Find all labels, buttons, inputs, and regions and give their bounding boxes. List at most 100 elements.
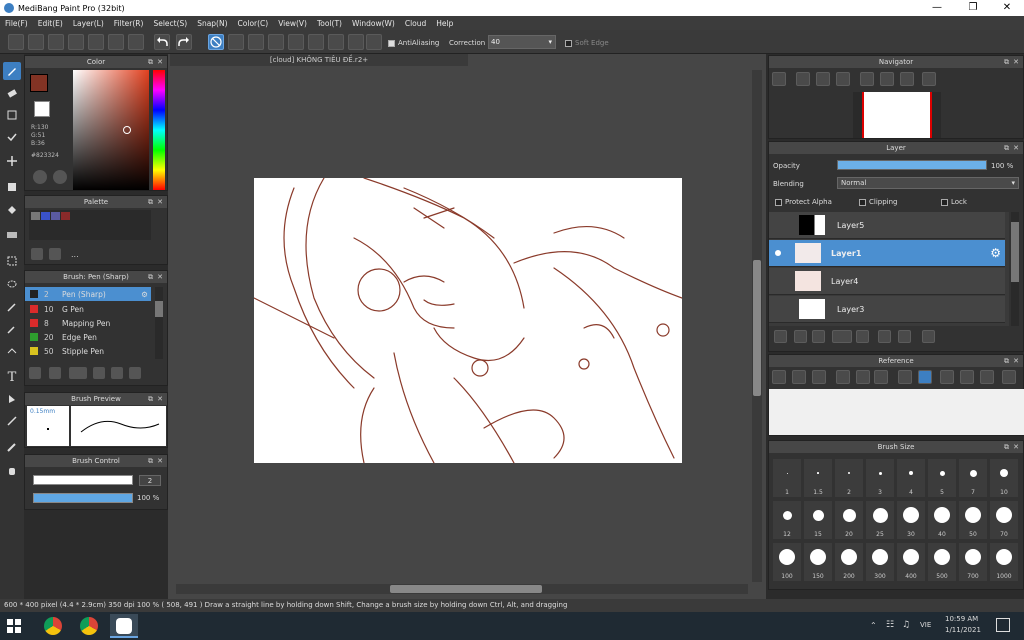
- hue-slider[interactable]: [153, 70, 165, 190]
- horizontal-scrollbar[interactable]: [176, 584, 748, 594]
- brush-size-preset-20[interactable]: 20: [835, 501, 863, 539]
- sub-color-swatch[interactable]: [34, 101, 50, 117]
- close-panel-icon[interactable]: ✕: [157, 271, 163, 283]
- brush-item-g-pen[interactable]: 10 G Pen: [25, 302, 151, 316]
- brush-delete-icon[interactable]: [129, 367, 141, 379]
- close-panel-icon[interactable]: ✕: [1013, 142, 1019, 154]
- reference-open-icon[interactable]: [792, 370, 806, 384]
- menu-help[interactable]: Help: [431, 19, 458, 28]
- brush-size-preset-100[interactable]: 100: [773, 543, 801, 581]
- reference-eyedropper-icon[interactable]: [898, 370, 912, 384]
- eye-icon[interactable]: [775, 250, 781, 256]
- menu-tool[interactable]: Tool(T): [312, 19, 347, 28]
- float-icon[interactable]: ⧉: [148, 271, 153, 283]
- duplicate-layer-icon[interactable]: [878, 330, 891, 343]
- navigator-settings-icon[interactable]: [922, 72, 936, 86]
- layer-row-layer3[interactable]: Layer3: [769, 296, 1005, 323]
- select-pen-tool-icon[interactable]: [3, 320, 21, 338]
- brush-up-icon[interactable]: [29, 367, 41, 379]
- layer-scrollbar[interactable]: [1011, 212, 1019, 326]
- reference-hand-icon[interactable]: [918, 370, 932, 384]
- snap-curve-icon[interactable]: [328, 34, 344, 50]
- language-indicator[interactable]: VIE: [920, 621, 931, 629]
- soft-edge-checkbox[interactable]: Soft Edge: [565, 39, 609, 47]
- brush-list-scrollbar[interactable]: [155, 287, 163, 359]
- lock-checkbox[interactable]: Lock: [941, 198, 967, 206]
- magic-wand-tool-icon[interactable]: [3, 298, 21, 316]
- brush-size-preset-300[interactable]: 300: [866, 543, 894, 581]
- dot-tool-icon[interactable]: [3, 106, 21, 124]
- brush-opacity-slider[interactable]: [33, 493, 133, 503]
- brush-size-slider[interactable]: [33, 475, 133, 485]
- layer-add-menu-icon[interactable]: [832, 330, 852, 343]
- brush-size-preset-500[interactable]: 500: [928, 543, 956, 581]
- float-icon[interactable]: ⧉: [148, 56, 153, 68]
- brush-folder-icon[interactable]: [111, 367, 123, 379]
- snap-radial-icon[interactable]: [288, 34, 304, 50]
- reference-rotate-icon[interactable]: [940, 370, 954, 384]
- pen-tool-icon[interactable]: [3, 438, 21, 456]
- snap-circle-icon[interactable]: [308, 34, 324, 50]
- brush-size-preset-3[interactable]: 3: [866, 459, 894, 497]
- float-icon[interactable]: ⧉: [1004, 56, 1009, 68]
- brush-size-preset-5[interactable]: 5: [928, 459, 956, 497]
- brush-size-preset-12[interactable]: 12: [773, 501, 801, 539]
- reference-zoom-in-icon[interactable]: [836, 370, 850, 384]
- brush-size-preset-15[interactable]: 15: [804, 501, 832, 539]
- reference-fit-icon[interactable]: [856, 370, 870, 384]
- snap-off-icon[interactable]: [208, 34, 224, 50]
- brush-size-preset-7[interactable]: 7: [959, 459, 987, 497]
- brush-size-preset-400[interactable]: 400: [897, 543, 925, 581]
- brush-item-pen-sharp[interactable]: 2 Pen (Sharp) ⚙: [25, 287, 151, 301]
- move-tool-icon[interactable]: [3, 152, 21, 170]
- flip-icon[interactable]: [880, 72, 894, 86]
- layer-row-layer4[interactable]: Layer4: [769, 268, 1005, 295]
- share-icon[interactable]: [68, 34, 84, 50]
- brush-size-preset-2[interactable]: 2: [835, 459, 863, 497]
- windows-start-icon[interactable]: [6, 618, 22, 634]
- close-icon[interactable]: ✕: [990, 0, 1024, 16]
- medibang-taskbar-button[interactable]: [110, 614, 138, 638]
- undo-icon[interactable]: [154, 34, 170, 50]
- reference-settings-icon[interactable]: [1002, 370, 1016, 384]
- maximize-icon[interactable]: ❐: [956, 0, 990, 16]
- snap-settings-icon[interactable]: [366, 34, 382, 50]
- fit-icon[interactable]: [816, 72, 830, 86]
- menu-cloud[interactable]: Cloud: [400, 19, 431, 28]
- menu-filter[interactable]: Filter(R): [109, 19, 149, 28]
- rotate-right-icon[interactable]: [900, 72, 914, 86]
- reference-image-area[interactable]: [769, 389, 1024, 435]
- delete-palette-icon[interactable]: [49, 248, 61, 260]
- grid-icon[interactable]: [108, 34, 124, 50]
- clock-time[interactable]: 10:59 AM: [945, 615, 978, 623]
- brush-size-preset-10[interactable]: 10: [990, 459, 1018, 497]
- blending-select[interactable]: Normal ▾: [837, 177, 1019, 189]
- float-icon[interactable]: ⧉: [1004, 441, 1009, 453]
- close-panel-icon[interactable]: ✕: [1013, 355, 1019, 367]
- snap-parallel-icon[interactable]: [228, 34, 244, 50]
- brush-size-preset-50[interactable]: 50: [959, 501, 987, 539]
- brush-size-value[interactable]: 2: [139, 475, 161, 486]
- menu-select[interactable]: Select(S): [148, 19, 192, 28]
- fill-rect-tool-icon[interactable]: [3, 178, 21, 196]
- eyedropper-tool-icon[interactable]: [3, 412, 21, 430]
- rotate-left-icon[interactable]: [860, 72, 874, 86]
- brush-size-preset-1[interactable]: 1: [773, 459, 801, 497]
- select-tool-icon[interactable]: [3, 128, 21, 146]
- close-panel-icon[interactable]: ✕: [1013, 56, 1019, 68]
- brush-size-preset-700[interactable]: 700: [959, 543, 987, 581]
- palette-swatch[interactable]: [31, 212, 40, 220]
- layer-folder-icon[interactable]: [856, 330, 869, 343]
- document-tab[interactable]: [cloud] KHÔNG TIÊU ĐỀ.r2+: [170, 54, 468, 66]
- volume-icon[interactable]: ♫: [902, 620, 910, 630]
- brush-size-preset-4[interactable]: 4: [897, 459, 925, 497]
- antialiasing-checkbox[interactable]: AntiAliasing: [388, 39, 439, 47]
- brush-document-icon[interactable]: [93, 367, 105, 379]
- layer-opacity-slider[interactable]: [837, 160, 987, 170]
- gear-icon[interactable]: ⚙: [990, 246, 1001, 260]
- brush-size-preset-1.5[interactable]: 1.5: [804, 459, 832, 497]
- marquee-tool-icon[interactable]: [3, 252, 21, 270]
- new-8bit-layer-icon[interactable]: [812, 330, 825, 343]
- chrome-profile-icon[interactable]: [80, 617, 98, 635]
- palette-more[interactable]: ...: [71, 250, 79, 259]
